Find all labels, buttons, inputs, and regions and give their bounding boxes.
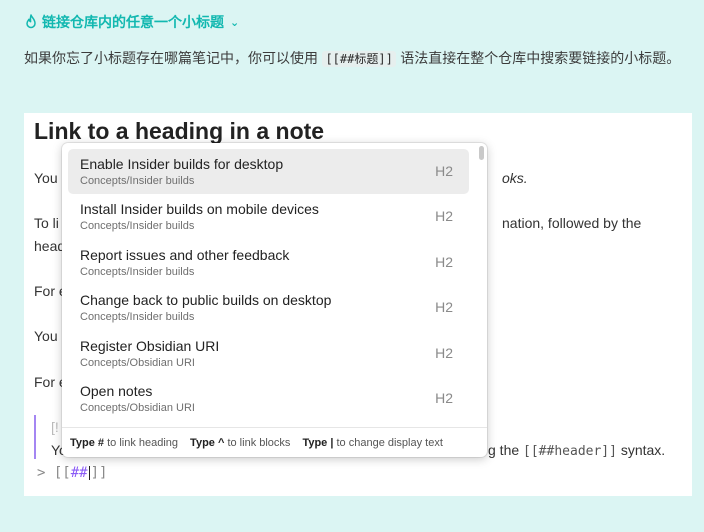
suggestion-path: Concepts/Insider builds	[80, 311, 195, 324]
suggestion-level: H2	[435, 253, 453, 270]
heading-suggestion-popup: Enable Insider builds for desktop Concep…	[62, 143, 487, 457]
quote-faint-text: [!	[51, 419, 59, 435]
text-caret	[88, 466, 90, 480]
instruction-link-heading: Type # to link heading	[70, 436, 179, 449]
suggestion-path: Concepts/Obsidian URI	[80, 356, 195, 369]
suggestion-title: Report issues and other feedback	[80, 246, 290, 263]
cursor-suffix: ]]	[90, 465, 108, 481]
callout-desc-code: [[##标题]]	[322, 51, 396, 67]
suggestion-item[interactable]: Install Insider builds on mobile devices…	[68, 194, 469, 239]
suggestion-title: Enable Insider builds for desktop	[80, 156, 284, 172]
quote-right-prefix: g the	[488, 442, 520, 458]
suggestion-level: H2	[435, 208, 453, 225]
suggestion-title: Open notes	[80, 382, 153, 399]
suggestion-level: H2	[435, 389, 453, 406]
quote-text-right: g the [[##header]] syntax.	[488, 442, 665, 459]
quote-right-suffix: syntax.	[620, 442, 666, 458]
quote-code: [[##header]]	[523, 444, 617, 459]
editor-input-line[interactable]: > [[##]]	[37, 465, 107, 481]
chevron-down-icon[interactable]: ⌄	[230, 16, 239, 29]
popup-scrollbar[interactable]	[479, 146, 484, 160]
suggestion-list: Enable Insider builds for desktop Concep…	[68, 149, 469, 421]
suggestion-title: Register Obsidian URI	[80, 337, 220, 354]
suggestion-path: Concepts/Insider builds	[80, 265, 195, 278]
note-line-left: You	[34, 170, 58, 186]
note-line-left: You	[34, 328, 58, 344]
suggestion-level: H2	[435, 344, 453, 361]
popup-instructions: Type # to link heading Type ^ to link bl…	[62, 427, 487, 457]
note-line-left: head	[34, 238, 66, 254]
cursor-prefix: > [[	[37, 465, 71, 481]
note-line-left: To li	[34, 215, 59, 231]
suggestion-path: Concepts/Insider builds	[80, 220, 195, 233]
suggestion-title: Install Insider builds on mobile devices	[80, 201, 319, 218]
note-line-right: oks.	[502, 170, 528, 186]
suggestion-item[interactable]: Register Obsidian URI Concepts/Obsidian …	[68, 331, 469, 376]
callout-description: 如果你忘了小标题存在哪篇笔记中，你可以使用 [[##标题]] 语法直接在整个仓库…	[24, 48, 690, 71]
blockquote-bar	[34, 415, 36, 459]
note-line-right: nation, followed by the	[502, 215, 642, 231]
cursor-hash: ##	[70, 465, 88, 481]
callout-title[interactable]: 链接仓库内的任意一个小标题 ⌄	[24, 11, 239, 33]
suggestion-path: Concepts/Obsidian URI	[80, 401, 195, 414]
flame-icon	[26, 14, 36, 29]
suggestion-item[interactable]: Change back to public builds on desktop …	[68, 285, 469, 330]
callout-title-text: 链接仓库内的任意一个小标题	[42, 15, 224, 31]
suggestion-level: H2	[435, 299, 453, 316]
suggestion-title: Change back to public builds on desktop	[80, 292, 332, 309]
instruction-link-blocks: Type ^ to link blocks	[190, 436, 291, 449]
suggestion-item[interactable]: Report issues and other feedback Concept…	[68, 240, 469, 285]
callout-desc-after: 语法直接在整个仓库中搜索要链接的小标题。	[400, 51, 681, 67]
callout-desc-before: 如果你忘了小标题存在哪篇笔记中，你可以使用	[24, 51, 318, 67]
suggestion-item[interactable]: Enable Insider builds for desktop Concep…	[68, 149, 469, 195]
suggestion-item[interactable]: Open notes Concepts/Obsidian URI H2	[68, 376, 469, 421]
suggestion-level: H2	[435, 163, 453, 179]
suggestion-path: Concepts/Insider builds	[80, 175, 195, 187]
instruction-display-text: Type | to change display text	[302, 436, 443, 449]
